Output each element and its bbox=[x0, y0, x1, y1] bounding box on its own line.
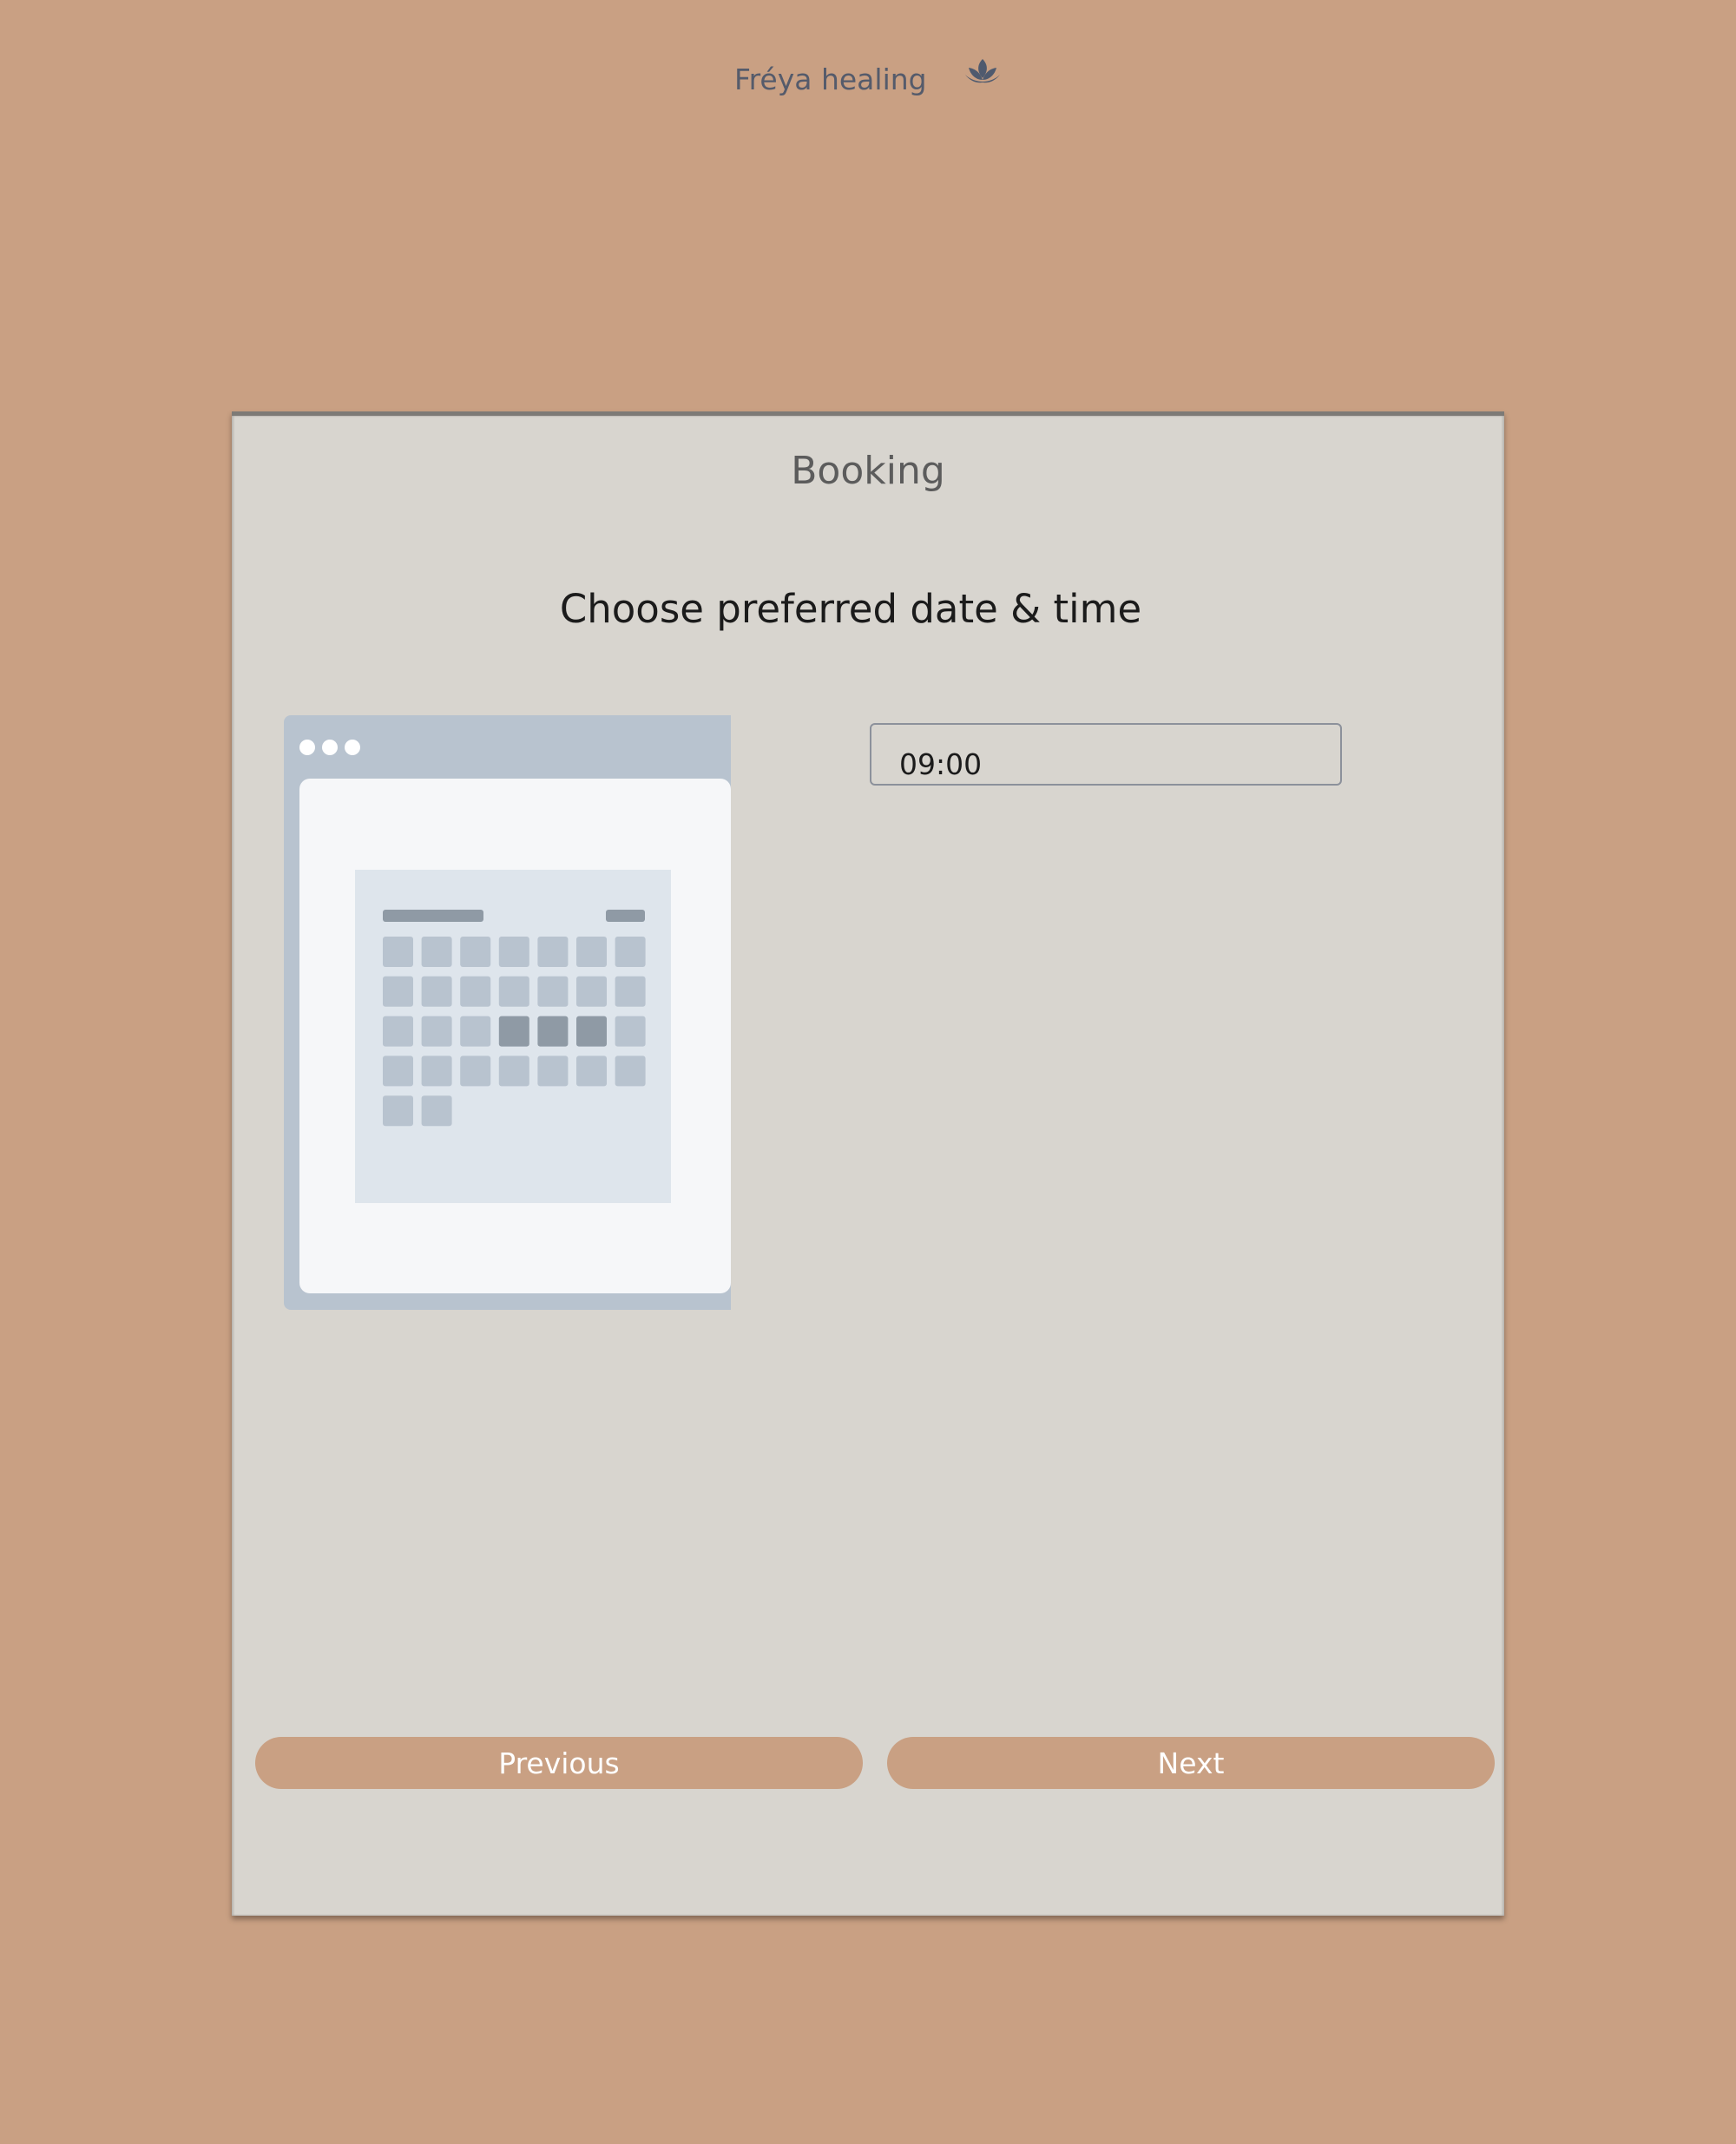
calendar-cell bbox=[383, 1056, 413, 1087]
calendar-cell bbox=[383, 937, 413, 967]
booking-title: Booking bbox=[791, 449, 945, 493]
calendar-cell bbox=[615, 1056, 646, 1087]
calendar-illustration bbox=[284, 715, 731, 1310]
lotus-icon[interactable] bbox=[962, 56, 1003, 90]
calendar-cell bbox=[460, 937, 491, 967]
calendar-cell bbox=[615, 976, 646, 1007]
calendar-cell bbox=[421, 976, 452, 1007]
calendar-cell bbox=[576, 937, 607, 967]
calendar-cell bbox=[421, 1056, 452, 1087]
next-button[interactable]: Next bbox=[887, 1737, 1495, 1789]
brand-name[interactable]: Fréya healing bbox=[734, 62, 927, 96]
calendar-cell bbox=[421, 937, 452, 967]
calendar-cell bbox=[383, 976, 413, 1007]
calendar-cell bbox=[537, 1016, 569, 1047]
calendar-cell bbox=[576, 1016, 607, 1047]
calendar-cell bbox=[537, 1056, 569, 1087]
calendar-cell bbox=[498, 937, 529, 967]
calendar-cell bbox=[383, 1095, 413, 1127]
calendar-cell bbox=[460, 1056, 491, 1087]
calendar-cell bbox=[460, 1016, 491, 1047]
step-heading: Choose preferred date & time bbox=[559, 586, 1142, 632]
calendar-cell bbox=[498, 976, 529, 1007]
calendar-cell bbox=[383, 1016, 413, 1047]
booking-card: Booking Choose preferred date & time Pre… bbox=[232, 411, 1504, 1916]
previous-button[interactable]: Previous bbox=[255, 1737, 863, 1789]
calendar-cell bbox=[537, 937, 569, 967]
time-input[interactable] bbox=[870, 723, 1342, 786]
calendar-cell bbox=[537, 976, 569, 1007]
calendar-cell bbox=[498, 1016, 529, 1047]
calendar-cell bbox=[576, 1056, 607, 1087]
calendar-cell bbox=[615, 937, 646, 967]
calendar-cell bbox=[498, 1056, 529, 1087]
calendar-cell bbox=[615, 1016, 646, 1047]
calendar-cell bbox=[576, 976, 607, 1007]
calendar-cell bbox=[421, 1095, 452, 1127]
calendar-cell bbox=[460, 976, 491, 1007]
calendar-cell bbox=[421, 1016, 452, 1047]
site-header: Fréya healing bbox=[0, 52, 1736, 104]
